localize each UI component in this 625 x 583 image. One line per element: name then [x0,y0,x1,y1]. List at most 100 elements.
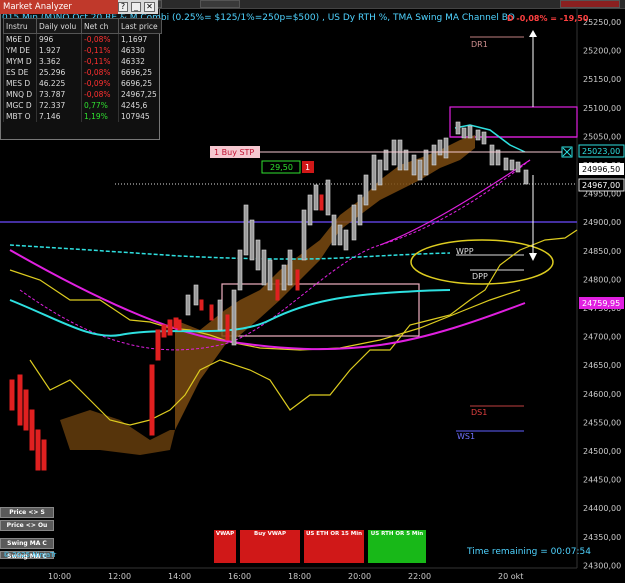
instrument-cell: MGC D [3,100,37,111]
price-tick-label: 25100,00 [583,104,621,113]
volume-cell: 72.337 [36,100,82,111]
instrument-cell: MES D [3,78,37,89]
copyright-text: © 2025 NinjaTr [3,551,57,559]
close-icon[interactable]: ✕ [144,2,155,12]
wpp-label: WPP [456,247,474,256]
net-change-cell: 0,77% [81,100,119,111]
market-analyzer-title: Market Analyzer [0,0,118,14]
volume-cell: 3.362 [36,56,82,67]
price-label-blue: 25023,00 [582,147,620,156]
time-tick-label: 22:00 [408,572,431,581]
last-price-cell: 6696,25 [118,67,162,78]
instrument-cell: ES DE [3,67,37,78]
last-price-cell: 24967,25 [118,89,162,100]
volume-cell: 7.146 [36,111,82,122]
time-tick-label: 18:00 [288,572,311,581]
col-instrument[interactable]: Instru [3,18,37,34]
price-tick-label: 24600,00 [583,390,621,399]
net-change-cell: -0,08% [81,33,119,45]
net-change-cell: -0,08% [81,67,119,78]
time-tick-label: 10:00 [48,572,71,581]
market-analyzer-window[interactable]: Market Analyzer ? _ ✕ Instru Daily volu … [0,0,162,140]
net-change-cell: -0,11% [81,45,119,56]
table-row[interactable]: MES D 46.225 -0,09% 6696,25 [3,78,162,89]
last-price-cell: 46330 [118,45,162,56]
us-eth-or-button[interactable]: US ETH OR 15 Min [304,530,364,563]
time-remaining: Time remaining = 00:07:54 [467,547,592,557]
price-tick-label: 24350,00 [583,533,621,542]
price-tick-label: 25150,00 [583,75,621,84]
dr1-label: DR1 [471,40,488,49]
order-buy-stp-label: 1 Buy STP [214,148,254,157]
vwap-button[interactable]: VWAP [214,530,236,563]
last-price-cell: 6696,25 [118,78,162,89]
last-price-cell: 46332 [118,56,162,67]
table-row[interactable]: MYM D 3.362 -0,11% 46332 [3,56,162,67]
price-ou-button[interactable]: Price <> Ou [0,520,54,531]
instrument-cell: MBT O [3,111,37,122]
table-row[interactable]: MBT O 7.146 1,19% 107945 [3,111,162,122]
order-qty: 1 [305,163,310,172]
swing-ma-button-1[interactable]: Swing MA C [0,538,54,549]
price-s-button[interactable]: Price <> S [0,507,54,518]
price-tick-label: 24400,00 [583,504,621,513]
last-price-cell: 107945 [118,111,162,122]
price-tick-label: 25250,00 [583,18,621,27]
arrow-down-icon [529,253,537,261]
last-price-cell: 1,1697 [118,33,162,45]
time-tick-label: 20:00 [348,572,371,581]
price-label-magenta: 24759,95 [582,299,620,308]
col-daily-volume[interactable]: Daily volu [36,18,82,34]
magenta-dashed-ma [19,159,531,351]
cloud-band [175,135,475,430]
price-tick-label: 25200,00 [583,47,621,56]
price-label-dotted: 24967,00 [582,181,620,190]
price-tick-label: 24500,00 [583,447,621,456]
price-tick-label: 24800,00 [583,275,621,284]
help-icon[interactable]: ? [118,2,128,12]
buy-vwap-button[interactable]: Buy VWAP [240,530,300,563]
us-rth-or-button[interactable]: US RTH OR 5 Min [368,530,426,563]
volume-cell: 1.927 [36,45,82,56]
price-tick-label: 24850,00 [583,247,621,256]
candles-red [9,194,324,471]
volume-cell: 25.296 [36,67,82,78]
dpp-label: DPP [472,272,488,281]
last-price-cell: 4245,6 [118,100,162,111]
instrument-cell: MNQ D [3,89,37,100]
time-tick-label: 20 okt [498,572,523,581]
price-tick-label: 24650,00 [583,361,621,370]
ds1-label: DS1 [471,408,487,417]
net-change-cell: -0,09% [81,78,119,89]
time-axis: 10:00 12:00 14:00 16:00 18:00 20:00 22:00 20 ok… [48,572,523,581]
time-tick-label: 12:00 [108,572,131,581]
ws1-label: WS1 [457,432,475,441]
price-tick-label: 24900,00 [583,218,621,227]
price-tick-label: 24700,00 [583,333,621,342]
table-row[interactable]: MNQ D 73.787 -0,08% 24967,25 [3,89,162,100]
price-label-white: 24996,50 [582,165,620,174]
net-change-cell: -0,08% [81,89,119,100]
price-axis: 25250,00 25200,00 25150,00 25100,00 25050,00… [583,18,621,570]
time-tick-label: 16:00 [228,572,251,581]
volume-cell: 73.787 [36,89,82,100]
minimize-icon[interactable]: _ [131,2,141,12]
table-row[interactable]: ES DE 25.296 -0,08% 6696,25 [3,67,162,78]
instrument-cell: M6E D [3,33,37,45]
col-net-change[interactable]: Net ch [81,18,119,34]
price-tick-label: 25050,00 [583,132,621,141]
price-tick-label: 24550,00 [583,418,621,427]
table-row[interactable]: YM DE 1.927 -0,11% 46330 [3,45,162,56]
time-tick-label: 14:00 [168,572,191,581]
table-row[interactable]: M6E D 996 -0,08% 1,1697 [3,33,162,45]
price-tick-label: 24450,00 [583,476,621,485]
market-analyzer-titlebar[interactable]: Market Analyzer ? _ ✕ [0,0,158,14]
arrow-up-icon [529,30,537,37]
col-last-price[interactable]: Last price [118,18,162,34]
volume-cell: 46.225 [36,78,82,89]
pnl-readout: D -0,08% = -19,50 [507,14,589,23]
net-change-cell: 1,19% [81,111,119,122]
order-price: 29,50 [270,163,293,172]
instrument-cell: MYM D [3,56,37,67]
table-row[interactable]: MGC D 72.337 0,77% 4245,6 [3,100,162,111]
